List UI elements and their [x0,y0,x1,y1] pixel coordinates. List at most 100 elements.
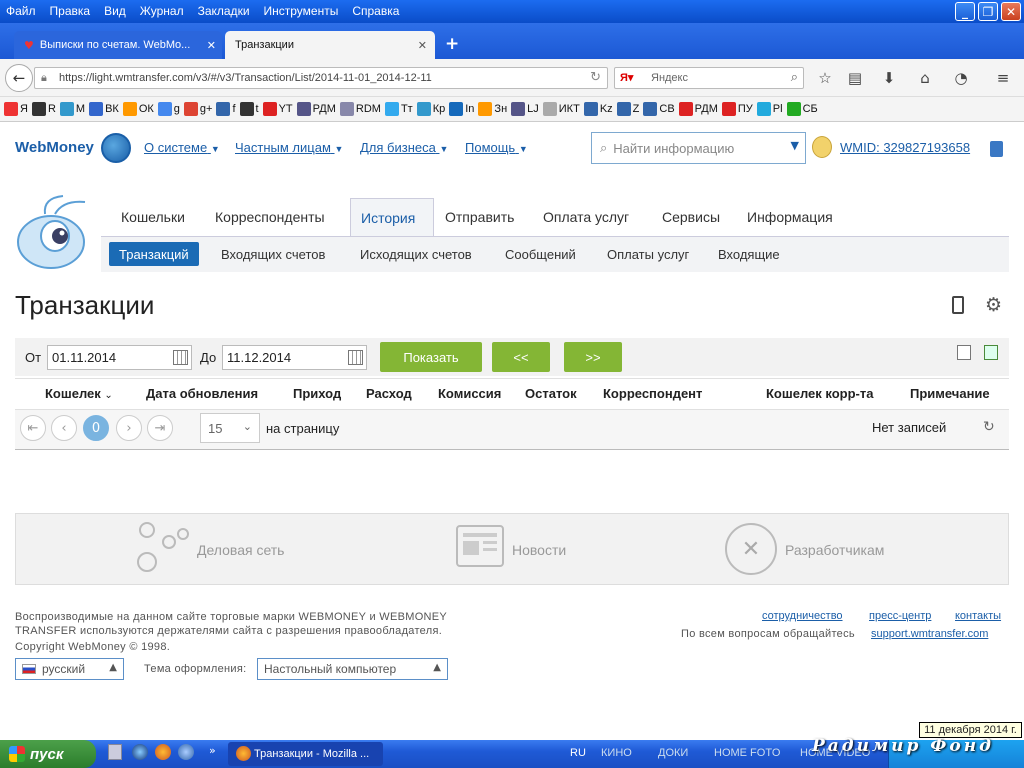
developers-link[interactable]: Разработчикам [785,542,884,558]
contacts-link[interactable]: контакты [955,610,1001,622]
press-center-link[interactable]: пресс-центр [869,610,931,622]
bookmark-item[interactable]: RDM [339,102,381,116]
bookmark-item[interactable]: Pl [756,102,783,116]
language-indicator[interactable]: RU [570,747,586,759]
subnav-service-payments[interactable]: Оплаты услуг [607,242,689,266]
prev-period-button[interactable]: << [492,342,550,372]
maximize-button[interactable]: ❐ [978,2,998,21]
tab-transactions[interactable]: Транзакции ✕ [225,31,435,59]
bookmark-item[interactable]: Я [4,102,28,116]
start-button[interactable]: пуск [0,740,96,768]
subnav-transactions[interactable]: Транзакций [109,242,199,266]
theme-select[interactable]: Настольный компьютер ▲ [257,658,448,680]
topnav-personal[interactable]: Частным лицам ▼ [235,140,343,155]
bookmark-item[interactable]: g+ [183,102,212,116]
calendar-icon[interactable] [173,350,188,365]
menu-help[interactable]: Справка [352,4,399,18]
history-icon[interactable]: ◔ [950,67,972,89]
news-link[interactable]: Новости [512,542,566,558]
user-avatar[interactable] [812,136,832,158]
news-icon[interactable] [451,523,505,569]
quick-kino[interactable]: КИНО [601,747,632,759]
bookmark-item[interactable]: РДМ [296,102,336,116]
mainnav-services[interactable]: Сервисы [662,198,720,236]
menu-tools[interactable]: Инструменты [264,4,339,18]
tools-icon[interactable]: ✕ [725,523,777,575]
bookmark-star-icon[interactable]: ☆ [814,67,836,89]
mobile-icon[interactable] [952,296,964,314]
support-link[interactable]: support.wmtransfer.com [871,628,988,640]
bookmark-item[interactable]: ИКТ [542,102,580,116]
taskbar-window-firefox[interactable]: Транзакции - Mozilla ... [228,742,383,766]
subnav-outgoing-invoices[interactable]: Исходящих счетов [360,242,472,266]
next-page-button[interactable]: › [116,415,142,441]
wmid-link[interactable]: WMID: 329827193658 [840,140,970,155]
bookmark-item[interactable]: Kz [583,102,613,116]
first-page-button[interactable]: ⇤ [20,415,46,441]
quicklaunch-firefox-icon[interactable] [155,744,171,760]
hamburger-menu-icon[interactable]: ≡ [992,67,1014,89]
mainnav-send[interactable]: Отправить [445,198,514,236]
menu-bookmarks[interactable]: Закладки [198,4,250,18]
business-network-icon[interactable] [135,520,191,578]
tab-statements[interactable]: ♥ Выписки по счетам. WebMo... ✕ [14,31,222,59]
topnav-help[interactable]: Помощь ▼ [465,140,528,155]
report-icon[interactable] [957,345,971,360]
menu-edit[interactable]: Правка [50,4,91,18]
site-search-input[interactable]: ⌕ Найти информацию ▼ [591,132,806,164]
mainnav-wallets[interactable]: Кошельки [121,198,185,236]
close-window-button[interactable]: ✕ [1001,2,1021,21]
show-button[interactable]: Показать [380,342,482,372]
bookmark-item[interactable]: f [216,102,236,116]
mainnav-payments[interactable]: Оплата услуг [543,198,629,236]
bookmark-item[interactable]: YT [262,102,293,116]
page-size-select[interactable]: 15 ⌄ [200,413,260,443]
col-wallet[interactable]: Кошелек ⌄ [45,386,113,401]
mainnav-history[interactable]: История [350,198,434,236]
bookmark-item[interactable]: Кр [416,102,445,116]
downloads-icon[interactable]: ⬇ [878,67,900,89]
business-network-link[interactable]: Деловая сеть [197,542,284,558]
home-icon[interactable]: ⌂ [914,67,936,89]
calendar-icon[interactable] [348,350,363,365]
chevron-down-icon[interactable]: ▼ [791,139,799,152]
bookmark-item[interactable]: ПУ [721,102,753,116]
close-tab-icon[interactable]: ✕ [418,39,427,52]
topnav-about[interactable]: О системе ▼ [144,140,220,155]
quicklaunch-ie-icon[interactable] [132,744,148,760]
mainnav-correspondents[interactable]: Корреспонденты [215,198,325,236]
subnav-inbox[interactable]: Входящие [718,242,780,266]
search-icon[interactable]: ⌕ [791,70,798,85]
date-to-input[interactable]: 11.12.2014 [222,345,367,370]
quicklaunch-explorer-icon[interactable] [108,744,122,760]
menu-history[interactable]: Журнал [140,4,184,18]
gear-icon[interactable]: ⚙ [985,294,1002,316]
quick-docs[interactable]: ДОКИ [658,747,688,759]
bookmark-item[interactable]: Z [616,102,639,116]
date-from-input[interactable]: 01.11.2014 [47,345,192,370]
bookmark-item[interactable]: g [157,102,180,116]
bookmark-item[interactable]: РДМ [678,102,718,116]
webmoney-logo[interactable]: WebMoney [15,139,94,156]
close-tab-icon[interactable]: ✕ [207,39,216,52]
refresh-icon[interactable]: ↻ [983,419,995,435]
address-bar[interactable]: 🔒︎ https://light.wmtransfer.com/v3/#/v3/… [34,67,608,89]
bookmark-item[interactable]: Тт [384,102,413,116]
language-select[interactable]: русский ▲ [15,658,124,680]
browser-search-input[interactable]: Я▾ Яндекс ⌕ [614,67,804,89]
quick-home-foto[interactable]: HOME FOTO [714,747,780,759]
topnav-business[interactable]: Для бизнеса ▼ [360,140,448,155]
new-tab-icon[interactable]: + [445,34,459,54]
logout-icon[interactable] [990,141,1003,157]
menu-file[interactable]: Файл [6,4,36,18]
bookmark-item[interactable]: Зн [478,102,507,116]
prev-page-button[interactable]: ‹ [51,415,77,441]
bookmark-item[interactable]: СБ [786,102,818,116]
menu-view[interactable]: Вид [104,4,126,18]
quicklaunch-settings-icon[interactable] [178,744,194,760]
bookmark-item[interactable]: LJ [511,102,539,116]
next-period-button[interactable]: >> [564,342,622,372]
bookmark-item[interactable]: ОК [122,102,154,116]
mainnav-info[interactable]: Информация [747,198,833,236]
excel-export-icon[interactable] [984,345,998,360]
